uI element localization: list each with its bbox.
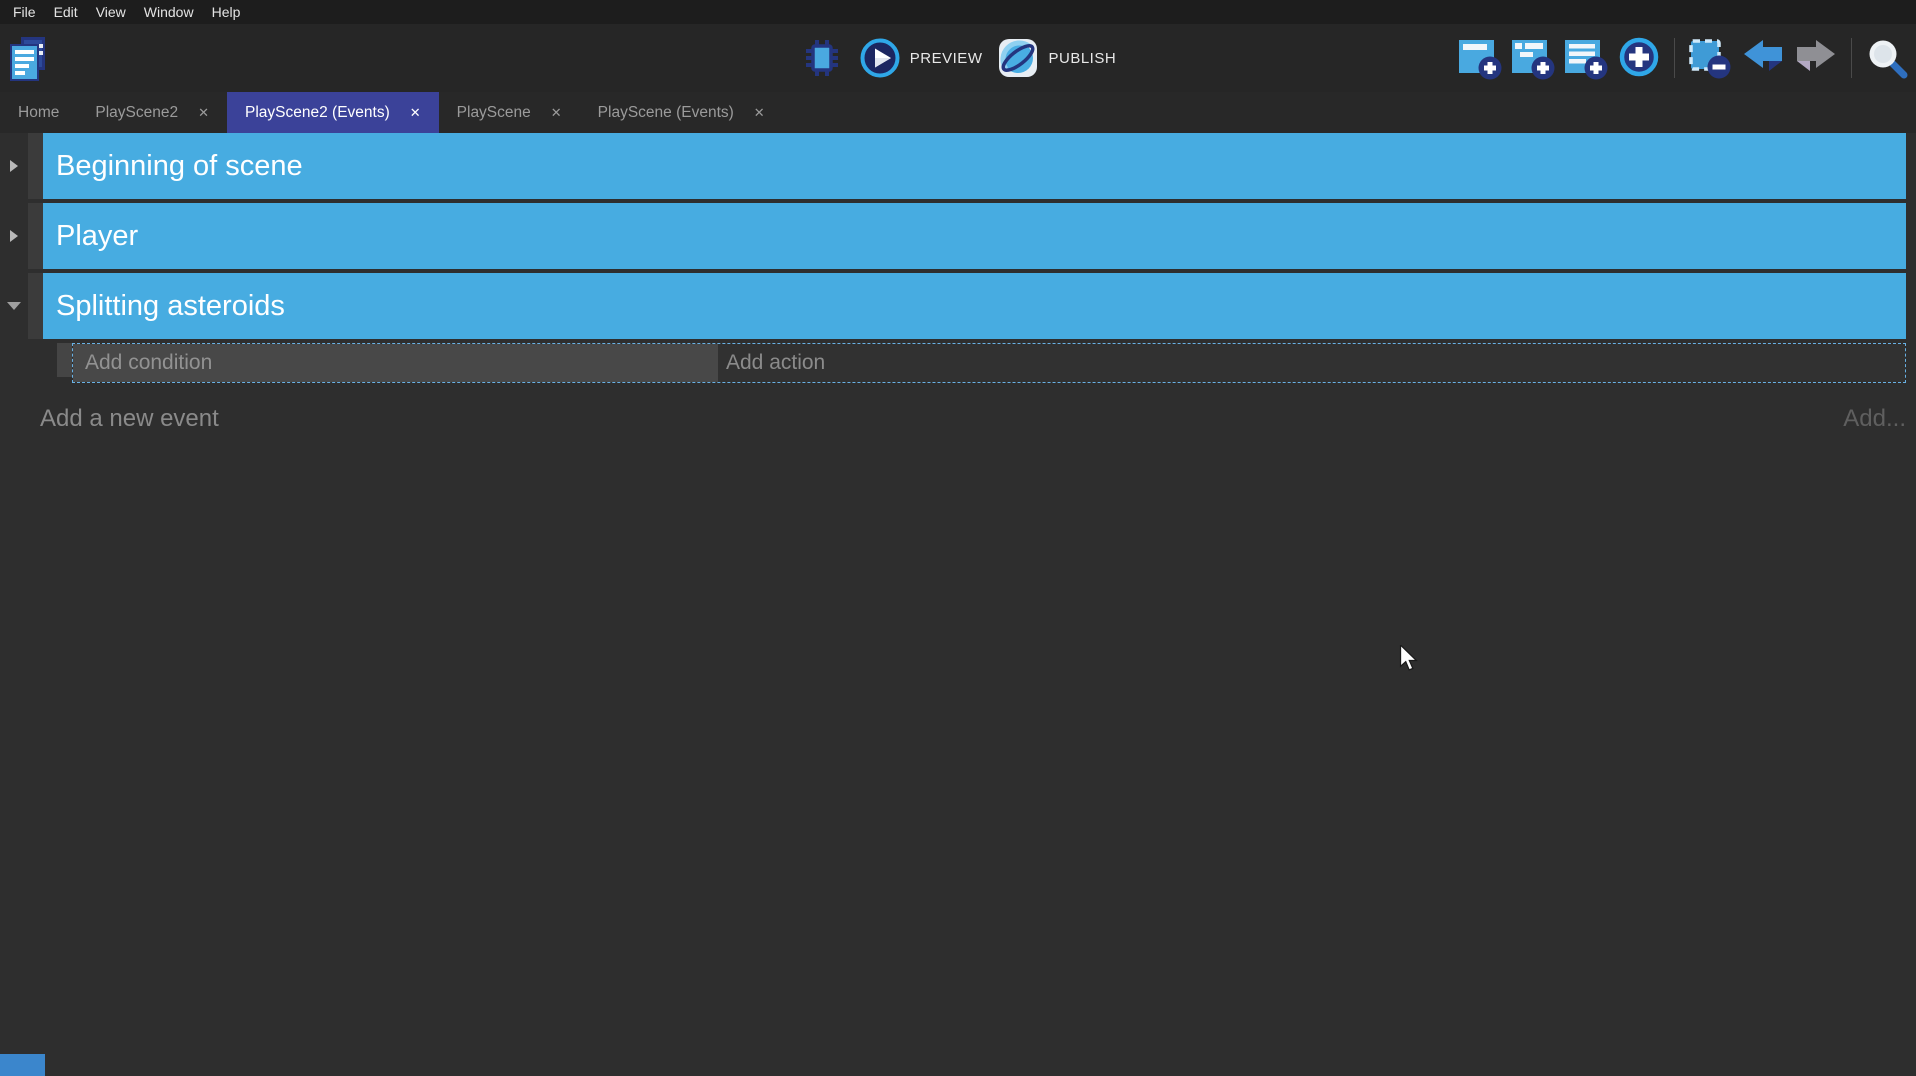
menu-view[interactable]: View <box>87 0 135 24</box>
event-indent-handle <box>57 343 72 377</box>
event-group-header[interactable]: Player <box>43 203 1906 269</box>
tab-playscene2[interactable]: PlayScene2 ✕ <box>77 92 227 133</box>
collapse-toggle[interactable] <box>0 203 28 269</box>
add-anything-icon <box>1616 35 1662 81</box>
add-subevent-button[interactable] <box>1510 33 1556 83</box>
add-anything-button[interactable] <box>1616 33 1662 83</box>
gdevelop-window: File Edit View Window Help <box>0 0 1916 1076</box>
preview-label: PREVIEW <box>910 50 983 67</box>
undo-button[interactable] <box>1740 33 1786 83</box>
undo-icon <box>1741 38 1785 78</box>
tab-label: PlayScene2 (Events) <box>245 104 390 122</box>
tab-playscene-events[interactable]: PlayScene (Events) ✕ <box>580 92 783 133</box>
publish-globe-icon <box>998 38 1038 78</box>
preview-button[interactable]: PREVIEW <box>860 38 983 78</box>
menu-edit[interactable]: Edit <box>45 0 87 24</box>
tab-label: Home <box>18 104 59 122</box>
tab-label: PlayScene (Events) <box>598 104 734 122</box>
search-icon <box>1865 36 1909 80</box>
toolbar-separator <box>1674 38 1675 78</box>
tab-home[interactable]: Home <box>0 92 77 133</box>
add-action-button[interactable]: Add action <box>718 344 1905 382</box>
chevron-down-icon <box>7 302 21 310</box>
tab-label: PlayScene <box>457 104 531 122</box>
close-icon[interactable]: ✕ <box>551 105 562 121</box>
debug-bug-icon <box>800 36 844 80</box>
events-sheet: Beginning of scene Player Splitting aste… <box>0 133 1916 1076</box>
close-icon[interactable]: ✕ <box>754 105 765 121</box>
menu-window[interactable]: Window <box>135 0 203 24</box>
menu-help[interactable]: Help <box>203 0 250 24</box>
tab-playscene[interactable]: PlayScene ✕ <box>439 92 580 133</box>
add-event-icon <box>1457 35 1503 81</box>
add-condition-button[interactable]: Add condition <box>73 344 718 382</box>
add-subevent-icon <box>1510 35 1556 81</box>
collapse-toggle[interactable] <box>0 133 28 199</box>
event-drag-handle[interactable] <box>28 273 43 339</box>
event-group-row: Splitting asteroids <box>0 273 1916 339</box>
toolbar-right-group <box>1457 24 1910 92</box>
add-new-event-button[interactable]: Add a new event <box>40 405 219 433</box>
debug-button[interactable] <box>800 36 844 80</box>
add-comment-button[interactable] <box>1563 33 1609 83</box>
event-group-row: Beginning of scene <box>0 133 1916 199</box>
tab-label: PlayScene2 <box>95 104 178 122</box>
tab-bar: Home PlayScene2 ✕ PlayScene2 (Events) ✕ … <box>0 92 1916 133</box>
toolbar-separator <box>1851 38 1852 78</box>
play-circle-icon <box>860 38 900 78</box>
menu-bar: File Edit View Window Help <box>0 0 1916 24</box>
empty-event-row: Add condition Add action <box>57 343 1906 383</box>
redo-icon <box>1794 38 1838 78</box>
add-event-button[interactable] <box>1457 33 1503 83</box>
chevron-right-icon <box>10 160 18 172</box>
event-group-header[interactable]: Splitting asteroids <box>43 273 1906 339</box>
event-group-row: Player <box>0 203 1916 269</box>
add-more-button[interactable]: Add... <box>1843 405 1906 433</box>
publish-label: PUBLISH <box>1048 50 1116 67</box>
event-group-header[interactable]: Beginning of scene <box>43 133 1906 199</box>
close-icon[interactable]: ✕ <box>198 105 209 121</box>
unselect-all-icon <box>1687 35 1733 81</box>
collapse-toggle[interactable] <box>0 273 28 339</box>
unselect-all-button[interactable] <box>1687 33 1733 83</box>
bottom-left-panel-fragment <box>0 1054 45 1076</box>
redo-button[interactable] <box>1793 33 1839 83</box>
search-button[interactable] <box>1864 33 1910 83</box>
menu-file[interactable]: File <box>4 0 45 24</box>
close-icon[interactable]: ✕ <box>410 105 421 121</box>
sheet-footer: Add a new event Add... <box>0 401 1916 437</box>
add-comment-icon <box>1563 35 1609 81</box>
publish-button[interactable]: PUBLISH <box>998 38 1116 78</box>
chevron-right-icon <box>10 230 18 242</box>
selected-event-outline: Add condition Add action <box>72 343 1906 383</box>
toolbar: PREVIEW PUBLISH <box>0 24 1916 92</box>
event-drag-handle[interactable] <box>28 203 43 269</box>
tab-playscene2-events[interactable]: PlayScene2 (Events) ✕ <box>227 92 439 133</box>
event-drag-handle[interactable] <box>28 133 43 199</box>
